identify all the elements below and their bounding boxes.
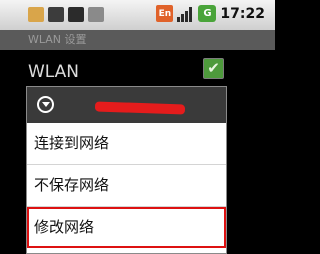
clock: 17:22 <box>220 5 265 22</box>
dialog-header <box>27 87 226 123</box>
notification-icon <box>88 7 104 22</box>
redaction-mark <box>94 101 186 115</box>
battery-icon: G <box>198 5 217 22</box>
wlan-checkbox[interactable]: ✔ <box>203 58 224 79</box>
menu-item-modify[interactable]: 修改网络 <box>27 207 226 248</box>
wlan-toggle-label[interactable]: WLAN <box>28 62 79 82</box>
signal-icon <box>177 5 194 22</box>
usb-icon <box>28 7 44 22</box>
wifi-network-icon <box>37 96 54 113</box>
menu-item-forget[interactable]: 不保存网络 <box>27 165 226 207</box>
input-method-icon: En <box>156 5 174 22</box>
menu-item-connect[interactable]: 连接到网络 <box>27 123 226 165</box>
system-icons: En G 17:22 <box>156 5 265 22</box>
notification-icons <box>28 7 104 22</box>
sdcard-icon <box>68 7 84 22</box>
status-bar: En G 17:22 <box>0 0 275 30</box>
context-menu-dialog: 连接到网络 不保存网络 修改网络 <box>26 86 227 254</box>
title-bar: WLAN 设置 <box>0 30 275 50</box>
page-title: WLAN 设置 <box>28 33 87 46</box>
debug-icon <box>48 7 64 22</box>
